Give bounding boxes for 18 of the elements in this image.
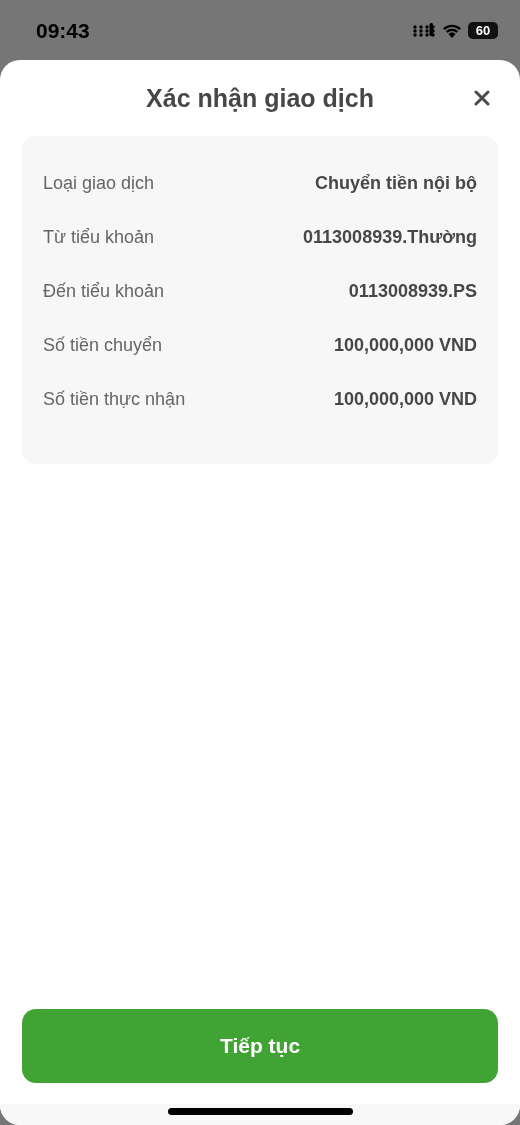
signal-icon [413, 23, 436, 37]
detail-label: Số tiền chuyển [43, 334, 163, 356]
detail-value: Chuyển tiền nội bộ [315, 172, 477, 194]
close-button[interactable] [472, 88, 492, 108]
continue-button[interactable]: Tiếp tục [22, 1009, 498, 1083]
close-icon [474, 90, 490, 106]
sheet-title: Xác nhận giao dịch [146, 83, 374, 113]
detail-value: 100,000,000 VND [333, 334, 477, 356]
detail-value: 100,000,000 VND [333, 388, 477, 410]
detail-label: Loại giao dịch [43, 172, 155, 194]
detail-label: Số tiền thực nhận [43, 388, 186, 410]
wifi-icon [442, 22, 462, 38]
detail-label: Đến tiểu khoản [43, 280, 165, 302]
detail-value: 0113008939.PS [348, 280, 477, 302]
battery-indicator: 60 [468, 21, 498, 39]
detail-label: Từ tiểu khoản [43, 226, 155, 248]
detail-value: 0113008939.Thường [303, 226, 477, 248]
status-time: 09:43 [36, 19, 90, 43]
